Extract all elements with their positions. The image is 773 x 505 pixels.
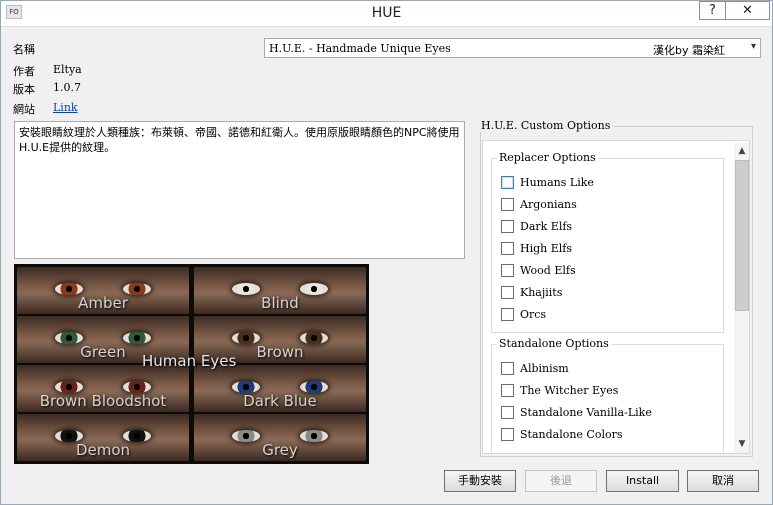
- replacer-title: Replacer Options: [497, 151, 598, 164]
- option-label: Albinism: [520, 362, 569, 375]
- close-button[interactable]: ✕: [725, 1, 770, 20]
- eye-preview-tile: Amber: [17, 267, 189, 314]
- name-label: 名稱: [13, 43, 35, 56]
- checkbox[interactable]: [501, 176, 514, 189]
- option-label: Argonians: [520, 198, 577, 211]
- website-link[interactable]: Link: [53, 101, 78, 114]
- checkbox[interactable]: [501, 362, 514, 375]
- author-value: Eltya: [53, 63, 82, 76]
- options-panel: Replacer Options Humans Like Argonians Dar…: [482, 140, 750, 454]
- option-label: Khajiits: [520, 286, 563, 299]
- website-label: 網站: [13, 103, 35, 116]
- checkbox[interactable]: [501, 220, 514, 233]
- option-label: The Witcher Eyes: [520, 384, 619, 397]
- eye-tile-label: Dark Blue: [243, 392, 317, 410]
- checkbox[interactable]: [501, 406, 514, 419]
- checkbox[interactable]: [501, 308, 514, 321]
- version-label: 版本: [13, 83, 35, 96]
- eye-tile-label: Brown Bloodshot: [39, 392, 167, 410]
- manual-install-button[interactable]: 手動安裝: [444, 470, 516, 492]
- eye-preview-tile: Dark Blue: [194, 365, 366, 412]
- custom-options-title: H.U.E. Custom Options: [479, 119, 613, 132]
- standalone-title: Standalone Options: [497, 337, 611, 350]
- version-value: 1.0.7: [53, 81, 81, 94]
- scroll-up-icon[interactable]: ▲: [734, 144, 749, 159]
- checkbox[interactable]: [501, 242, 514, 255]
- option-label: Wood Elfs: [520, 264, 576, 277]
- plugin-select[interactable]: H.U.E. - Handmade Unique Eyes 漢化by 霜染紅 ▾: [264, 38, 761, 58]
- options-scrollbar[interactable]: ▲ ▼: [734, 143, 749, 453]
- checkbox[interactable]: [501, 286, 514, 299]
- eye-preview-tile: Grey: [194, 414, 366, 461]
- option-label: Standalone Vanilla-Like: [520, 406, 652, 419]
- description-box[interactable]: 安裝眼睛紋理於人類種族：布萊頓、帝國、諾德和紅衛人。使用原版眼睛顏色的NPC將使…: [14, 121, 465, 259]
- chevron-down-icon[interactable]: ▾: [751, 41, 756, 52]
- cancel-button[interactable]: 取消: [687, 470, 759, 492]
- eye-tile-label: Demon: [75, 441, 131, 459]
- help-button[interactable]: ?: [699, 1, 725, 20]
- author-label: 作者: [13, 65, 35, 78]
- scroll-down-icon[interactable]: ▼: [734, 437, 749, 452]
- option-label: Standalone Colors: [520, 428, 623, 441]
- title-bar[interactable]: FO HUE ? ✕: [1, 1, 772, 27]
- translator-credit: 漢化by 霜染紅: [653, 44, 725, 57]
- option-label: Dark Elfs: [520, 220, 573, 233]
- eye-tile-label: Blind: [261, 294, 299, 312]
- checkbox[interactable]: [501, 264, 514, 277]
- option-label: Orcs: [520, 308, 547, 321]
- eye-preview-tile: Demon: [17, 414, 189, 461]
- eye-preview-tile: Blind: [194, 267, 366, 314]
- plugin-select-value: H.U.E. - Handmade Unique Eyes: [269, 42, 451, 55]
- installer-window: FO HUE ? ✕ 名稱 作者 Eltya 版本 1.0.7 網站 Link …: [0, 0, 773, 505]
- eye-tile-label: Amber: [78, 294, 128, 312]
- checkbox[interactable]: [501, 198, 514, 211]
- eye-tile-label: Grey: [262, 441, 298, 459]
- checkbox[interactable]: [501, 428, 514, 441]
- scroll-thumb[interactable]: [735, 160, 749, 311]
- option-label: Humans Like: [520, 176, 594, 189]
- window-title: HUE: [371, 5, 402, 21]
- preview-overlay-text: Human Eyes: [142, 352, 237, 370]
- eye-preview-tile: Brown Bloodshot: [17, 365, 189, 412]
- install-button[interactable]: Install: [606, 470, 679, 492]
- back-button[interactable]: 後退: [525, 470, 597, 492]
- checkbox[interactable]: [501, 384, 514, 397]
- option-label: High Elfs: [520, 242, 572, 255]
- preview-image: Amber Blind Green Brown Brown Bloodshot Dark …: [14, 264, 369, 464]
